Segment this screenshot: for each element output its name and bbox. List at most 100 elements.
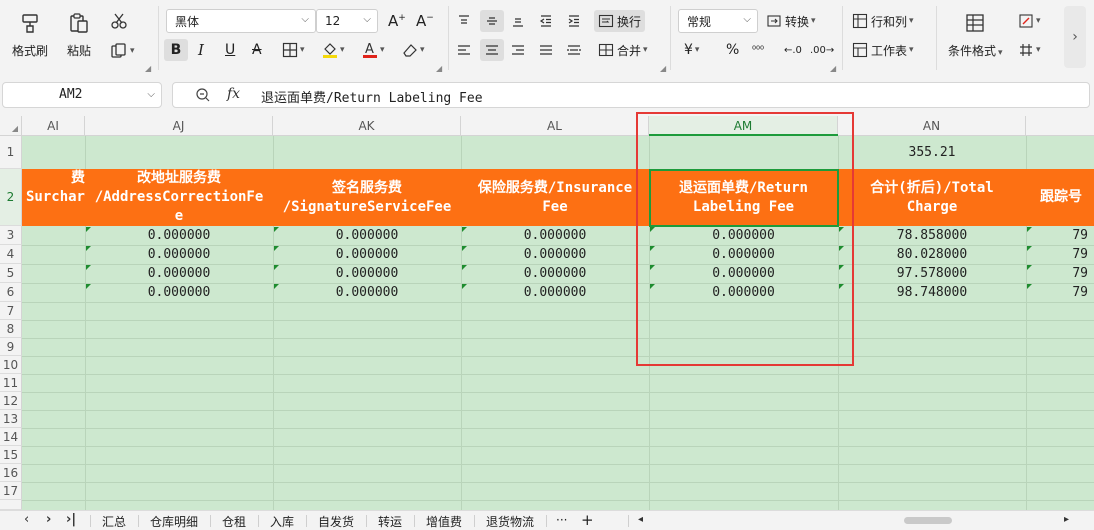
cut-button[interactable]	[110, 10, 128, 32]
header-cell-al[interactable]: 保险服务费/Insurance Fee	[461, 169, 649, 226]
column-header-ai[interactable]: AI	[22, 116, 85, 136]
format-painter-button[interactable]: 格式刷	[12, 10, 48, 59]
merge-button[interactable]: 合并 ▾	[598, 39, 648, 61]
decrease-indent-button[interactable]	[538, 10, 554, 32]
cell-ak6[interactable]: 0.000000	[273, 283, 461, 302]
clipboard-launcher-icon[interactable]: ◢	[145, 64, 151, 73]
font-size-select[interactable]: 12 ⌵	[316, 9, 378, 33]
worksheet-button[interactable]: 工作表 ▾	[852, 39, 914, 61]
row-header-5[interactable]: 5	[0, 264, 22, 283]
cell-an6[interactable]: 98.748000	[838, 283, 1026, 302]
cell-ak3[interactable]: 0.000000	[273, 226, 461, 245]
cell-an3[interactable]: 78.858000	[838, 226, 1026, 245]
strikethrough-button[interactable]: A	[252, 39, 262, 61]
last-sheet-icon[interactable]: ›|	[66, 512, 76, 527]
scroll-left-icon[interactable]: ◂	[638, 514, 643, 525]
number-format-select[interactable]: 常规 ⌵	[678, 9, 758, 33]
cell-an5[interactable]: 97.578000	[838, 264, 1026, 283]
sheet-tab-storage-fee[interactable]: 仓租	[222, 513, 246, 530]
sheet-tab-inbound[interactable]: 入库	[270, 513, 294, 530]
justify-button[interactable]	[538, 39, 554, 61]
currency-button[interactable]: ¥ ▾	[684, 39, 699, 61]
font-name-select[interactable]: 黑体 ⌵	[166, 9, 316, 33]
row-header-4[interactable]: 4	[0, 245, 22, 264]
cell-al5[interactable]: 0.000000	[461, 264, 649, 283]
align-left-button[interactable]	[456, 39, 472, 61]
zoom-icon[interactable]	[195, 87, 211, 107]
align-middle-button[interactable]	[480, 10, 504, 32]
row-header-7[interactable]: 7	[0, 302, 22, 320]
row-header-14[interactable]: 14	[0, 428, 22, 446]
increase-font-button[interactable]: A+	[388, 10, 406, 32]
align-center-button[interactable]	[480, 39, 504, 61]
increase-indent-button[interactable]	[566, 10, 582, 32]
row-header-16[interactable]: 16	[0, 464, 22, 482]
row-header-3[interactable]: 3	[0, 226, 22, 245]
row-header-6[interactable]: 6	[0, 283, 22, 302]
sheet-tab-return-logistics[interactable]: 退货物流	[486, 513, 534, 530]
row-header-15[interactable]: 15	[0, 446, 22, 464]
underline-button[interactable]: U	[225, 39, 235, 61]
distributed-button[interactable]	[566, 39, 582, 61]
row-header-13[interactable]: 13	[0, 410, 22, 428]
sheet-tab-value-added[interactable]: 增值费	[426, 513, 462, 530]
rows-cols-button[interactable]: 行和列 ▾	[852, 10, 914, 32]
cell-al4[interactable]: 0.000000	[461, 245, 649, 264]
cell-ao5[interactable]: 79	[1026, 264, 1094, 283]
font-launcher-icon[interactable]: ◢	[436, 64, 442, 73]
select-all-corner[interactable]: ◢	[0, 116, 22, 136]
first-sheet-icon[interactable]: ‹	[24, 512, 29, 527]
decrease-font-button[interactable]: A−	[416, 10, 434, 32]
column-header-an[interactable]: AN	[838, 116, 1026, 136]
next-sheet-icon[interactable]: ›	[46, 512, 51, 527]
row-header-9[interactable]: 9	[0, 338, 22, 356]
alignment-launcher-icon[interactable]: ◢	[660, 64, 666, 73]
align-bottom-button[interactable]	[510, 10, 526, 32]
column-header-aj[interactable]: AJ	[85, 116, 273, 136]
header-cell-ai[interactable]: 费 Surchar	[22, 169, 85, 226]
row-header-2[interactable]: 2	[0, 169, 22, 226]
row-header-12[interactable]: 12	[0, 392, 22, 410]
clear-button[interactable]: ▾	[402, 39, 425, 61]
increase-decimal-button[interactable]: ←.0	[784, 39, 802, 61]
percent-button[interactable]: %	[726, 39, 739, 61]
name-box[interactable]: AM2 ⌵	[2, 82, 162, 108]
scroll-right-icon[interactable]: ▸	[1064, 514, 1069, 525]
sheet-tab-transfer[interactable]: 转运	[378, 513, 402, 530]
decrease-decimal-button[interactable]: .00→	[810, 39, 834, 61]
cell-ak5[interactable]: 0.000000	[273, 264, 461, 283]
header-cell-an[interactable]: 合计(折后)/Total Charge	[838, 169, 1026, 226]
bold-button[interactable]: B	[164, 39, 188, 61]
cell-an1[interactable]: 355.21	[838, 143, 1026, 162]
cell-al6[interactable]: 0.000000	[461, 283, 649, 302]
row-header-11[interactable]: 11	[0, 374, 22, 392]
row-header-17[interactable]: 17	[0, 482, 22, 500]
row-header-8[interactable]: 8	[0, 320, 22, 338]
formula-input[interactable]: fx 退运面单费/Return Labeling Fee	[172, 82, 1090, 108]
number-launcher-icon[interactable]: ◢	[830, 64, 836, 73]
cell-aj3[interactable]: 0.000000	[85, 226, 273, 245]
font-color-button[interactable]: A ▾	[362, 39, 385, 61]
fill-color-button[interactable]: ▾	[322, 39, 345, 61]
row-header-1[interactable]: 1	[0, 136, 22, 169]
row-header-18[interactable]	[0, 500, 22, 510]
column-header-ak[interactable]: AK	[273, 116, 461, 136]
align-right-button[interactable]	[510, 39, 526, 61]
spreadsheet-grid[interactable]: ◢ AI AJ AK AL AM AN 1 2 3 4 5 6 7 8 9 10…	[0, 116, 1094, 510]
italic-button[interactable]: I	[198, 39, 204, 61]
cell-ao6[interactable]: 79	[1026, 283, 1094, 302]
cell-ao4[interactable]: 79	[1026, 245, 1094, 264]
copy-button[interactable]: ▾	[110, 40, 135, 62]
freeze-button[interactable]: ▾	[1018, 39, 1041, 61]
header-cell-ak[interactable]: 签名服务费/SignatureServiceFee	[273, 169, 461, 226]
cell-ao3[interactable]: 79	[1026, 226, 1094, 245]
column-header-ao[interactable]	[1026, 116, 1094, 136]
wrap-text-button[interactable]: 换行	[594, 10, 646, 32]
convert-button[interactable]: 转换 ▾	[766, 10, 816, 32]
thousands-button[interactable]: ⁰⁰⁰	[752, 39, 764, 61]
more-sheets-button[interactable]: ···	[556, 513, 567, 527]
align-top-button[interactable]	[456, 10, 472, 32]
sheet-tab-warehouse-detail[interactable]: 仓库明细	[150, 513, 198, 530]
cell-aj4[interactable]: 0.000000	[85, 245, 273, 264]
cell-al3[interactable]: 0.000000	[461, 226, 649, 245]
